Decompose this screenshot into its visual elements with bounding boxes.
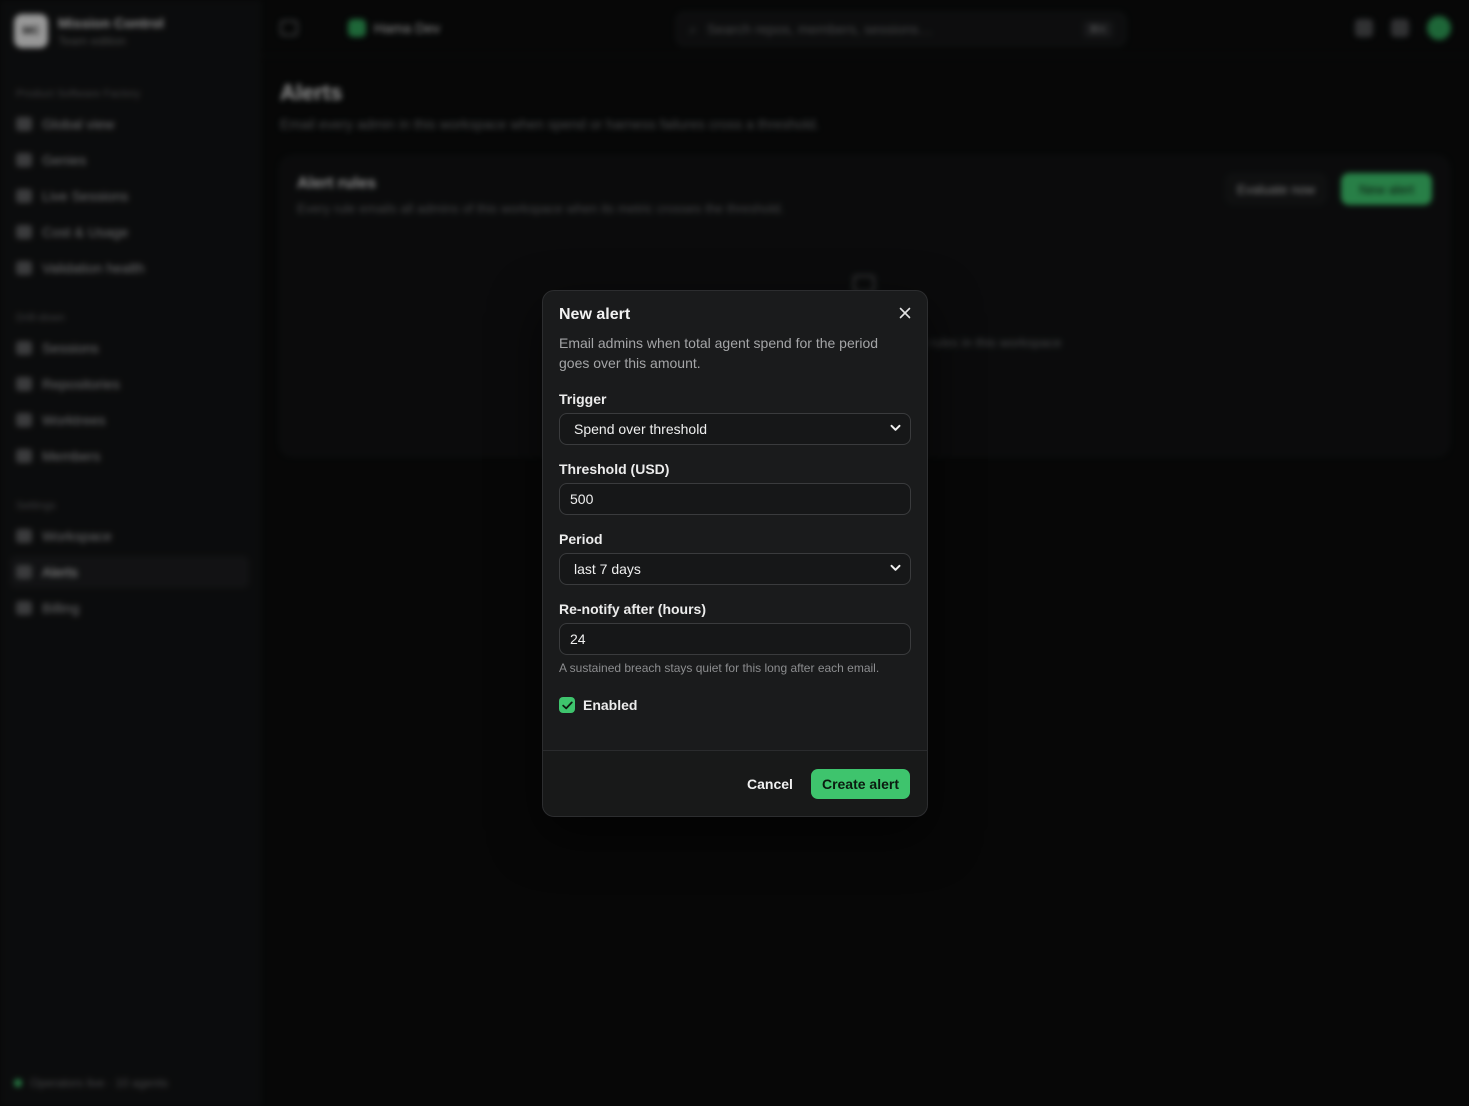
close-button[interactable]: [895, 303, 915, 323]
renotify-input[interactable]: [559, 623, 911, 655]
period-select-value[interactable]: last 7 days: [559, 553, 911, 585]
chevron-down-icon: [890, 424, 901, 431]
threshold-label: Threshold (USD): [559, 461, 670, 477]
trigger-label: Trigger: [559, 391, 607, 407]
trigger-select-value[interactable]: Spend over threshold: [559, 413, 911, 445]
enabled-toggle[interactable]: Enabled: [559, 697, 911, 713]
trigger-select[interactable]: Spend over threshold: [559, 413, 911, 445]
chevron-down-icon: [890, 564, 901, 571]
threshold-input[interactable]: [559, 483, 911, 515]
enabled-checkbox[interactable]: [559, 697, 575, 713]
checkmark-icon: [561, 701, 573, 709]
dialog-title: New alert: [559, 306, 631, 323]
new-alert-dialog: New alert Email admins when total agent …: [542, 290, 928, 817]
period-select[interactable]: last 7 days: [559, 553, 911, 585]
dialog-body: New alert Email admins when total agent …: [543, 291, 927, 713]
renotify-help-text: A sustained breach stays quiet for this …: [559, 661, 880, 675]
cancel-button[interactable]: Cancel: [747, 776, 793, 792]
app-root: MC Mission Control Team edition Product …: [0, 0, 1469, 1106]
create-alert-button[interactable]: Create alert: [810, 768, 910, 799]
dialog-footer: Cancel Create alert: [543, 750, 927, 816]
period-label: Period: [559, 531, 603, 547]
dialog-description: Email admins when total agent spend for …: [559, 335, 879, 371]
renotify-label: Re-notify after (hours): [559, 601, 706, 617]
enabled-label: Enabled: [583, 697, 638, 713]
close-icon: [899, 307, 911, 319]
